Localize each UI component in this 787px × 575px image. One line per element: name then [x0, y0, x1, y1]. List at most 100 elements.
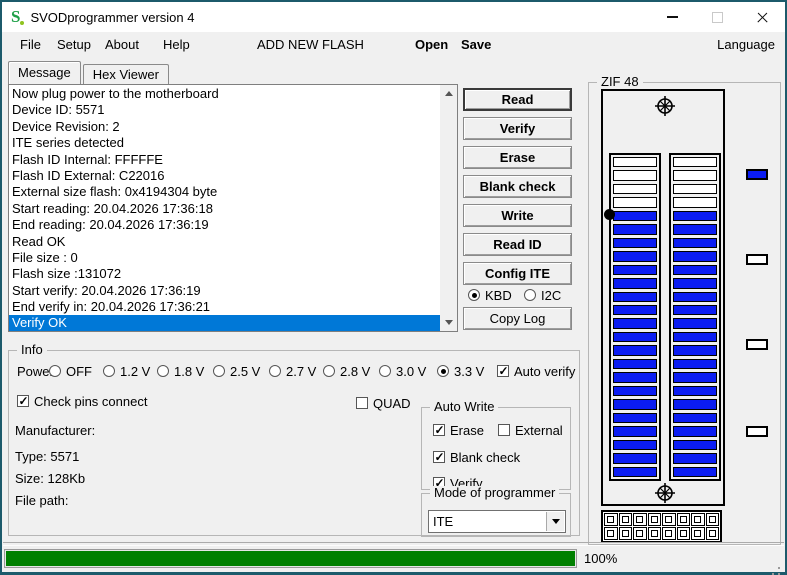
config-ite-button[interactable]: Config ITE: [463, 262, 572, 285]
pin-slot: [613, 183, 657, 195]
zif-groupbox: ZIF 48: [588, 75, 781, 545]
blank-check-checkbox[interactable]: Blank check: [433, 450, 520, 465]
connector-pin: [691, 527, 705, 540]
power-radio-3.3v[interactable]: 3.3 V: [437, 363, 485, 379]
menu-help[interactable]: Help: [163, 32, 190, 58]
log-line[interactable]: Now plug power to the motherboard: [9, 86, 440, 102]
erase-checkbox[interactable]: Erase: [433, 423, 484, 438]
auto-verify-checkbox[interactable]: Auto verify: [497, 363, 576, 379]
scroll-down-button[interactable]: [440, 314, 457, 331]
pin-slot: [613, 305, 657, 316]
power-radio-off[interactable]: OFF: [49, 364, 92, 379]
log-line[interactable]: Flash ID External: C22016: [9, 168, 440, 184]
pin-slot: [673, 439, 717, 451]
check-pins-connect-checkbox[interactable]: Check pins connect: [17, 394, 147, 409]
pin-slot: [613, 157, 657, 168]
mode-dropdown[interactable]: ITE: [428, 510, 566, 533]
connector-pin-core: [607, 530, 615, 537]
copy-log-button[interactable]: Copy Log: [463, 307, 572, 330]
maximize-button[interactable]: [695, 2, 740, 32]
radio-icon: [213, 365, 225, 377]
connector-pin: [662, 513, 676, 526]
resize-grip[interactable]: [778, 567, 780, 569]
power-radio-2.7v[interactable]: 2.7 V: [269, 364, 316, 379]
write-button[interactable]: Write: [463, 204, 572, 227]
chevron-down-icon: [551, 519, 560, 524]
blank-check-button[interactable]: Blank check: [463, 175, 572, 198]
radio-label: I2C: [541, 287, 562, 303]
message-log: Now plug power to the motherboard Device …: [8, 84, 458, 332]
log-line[interactable]: Device Revision: 2: [9, 119, 440, 135]
power-radio-2.5v[interactable]: 2.5 V: [213, 364, 260, 379]
log-line[interactable]: ITE series detected: [9, 135, 440, 151]
menu-about[interactable]: About: [105, 32, 139, 58]
verify-button[interactable]: Verify: [463, 117, 572, 140]
power-radio-1.2v[interactable]: 1.2 V: [103, 364, 150, 379]
pin-slot: [613, 278, 657, 289]
menu-save[interactable]: Save: [461, 32, 491, 58]
radio-label: 3.0 V: [396, 363, 427, 379]
power-radio-1.8v[interactable]: 1.8 V: [157, 363, 205, 379]
radio-label: 1.8 V: [174, 363, 205, 379]
erase-button[interactable]: Erase: [463, 146, 572, 169]
log-line[interactable]: Read OK: [9, 234, 440, 250]
pin-slot: [673, 291, 717, 303]
log-line[interactable]: File size : 0: [9, 250, 440, 266]
connector-pin: [662, 527, 676, 540]
pin-column-right: [669, 153, 721, 481]
checkbox-icon: [433, 450, 445, 464]
menu-open[interactable]: Open: [415, 32, 448, 58]
connector-pin: [604, 527, 618, 540]
checkbox-icon: [498, 424, 510, 436]
pin-slot: [613, 197, 657, 208]
external-checkbox[interactable]: External: [498, 423, 563, 438]
close-button[interactable]: [740, 2, 785, 32]
log-line[interactable]: End reading: 20.04.2026 17:36:19: [9, 217, 440, 233]
pin-slot: [613, 291, 657, 303]
mode-groupbox: Mode of programmer ITE: [421, 486, 571, 537]
quad-checkbox[interactable]: QUAD: [356, 396, 411, 411]
pin-slot: [613, 439, 657, 451]
radio-icon: [468, 289, 480, 301]
interface-radio-kbd[interactable]: KBD: [468, 288, 512, 303]
log-line[interactable]: Start reading: 20.04.2026 17:36:18: [9, 201, 440, 217]
radio-label: 3.3 V: [454, 363, 485, 379]
log-line[interactable]: End verify in: 20.04.2026 17:36:21: [9, 299, 440, 315]
connector-pin-core: [607, 516, 615, 523]
scroll-up-button[interactable]: [440, 85, 457, 102]
radio-label: 2.8 V: [340, 363, 371, 379]
log-line[interactable]: Start verify: 20.04.2026 17:36:19: [9, 283, 440, 299]
screw-icon: [655, 96, 675, 116]
pin-slot: [673, 224, 717, 235]
read-id-button[interactable]: Read ID: [463, 233, 572, 256]
tab-hex-viewer[interactable]: Hex Viewer: [82, 64, 169, 84]
connector-pin: [604, 513, 618, 526]
radio-icon: [323, 365, 335, 377]
menu-setup[interactable]: Setup: [57, 32, 91, 58]
radio-icon: [379, 365, 391, 377]
log-line[interactable]: Flash size :131072: [9, 266, 440, 282]
legend-inactive-rect: [746, 426, 768, 437]
dropdown-arrow-button[interactable]: [546, 512, 564, 531]
power-radio-3.0v[interactable]: 3.0 V: [379, 363, 427, 379]
log-line[interactable]: External size flash: 0x4194304 byte: [9, 184, 440, 200]
log-line[interactable]: Verify OK: [9, 315, 440, 331]
connector-pin-core: [679, 516, 687, 523]
read-button[interactable]: Read: [463, 88, 572, 111]
checkbox-icon: [17, 394, 29, 408]
minimize-button[interactable]: [650, 2, 695, 32]
checkbox-label: Auto verify: [514, 363, 576, 379]
connector-pin: [618, 513, 632, 526]
menu-file[interactable]: File: [20, 32, 41, 58]
menu-add-new-flash[interactable]: ADD NEW FLASH: [257, 32, 364, 58]
interface-radio-i2c[interactable]: I2C: [524, 287, 562, 303]
log-scrollbar[interactable]: [440, 85, 457, 331]
connector-pin: [647, 513, 661, 526]
log-line[interactable]: Device ID: 5571: [9, 102, 440, 118]
menu-language[interactable]: Language: [717, 32, 775, 58]
log-line[interactable]: Flash ID Internal: FFFFFE: [9, 152, 440, 168]
pin-slot: [613, 318, 657, 329]
power-radio-2.8v[interactable]: 2.8 V: [323, 363, 371, 379]
tab-message[interactable]: Message: [8, 61, 81, 84]
pin-slot: [673, 183, 717, 195]
